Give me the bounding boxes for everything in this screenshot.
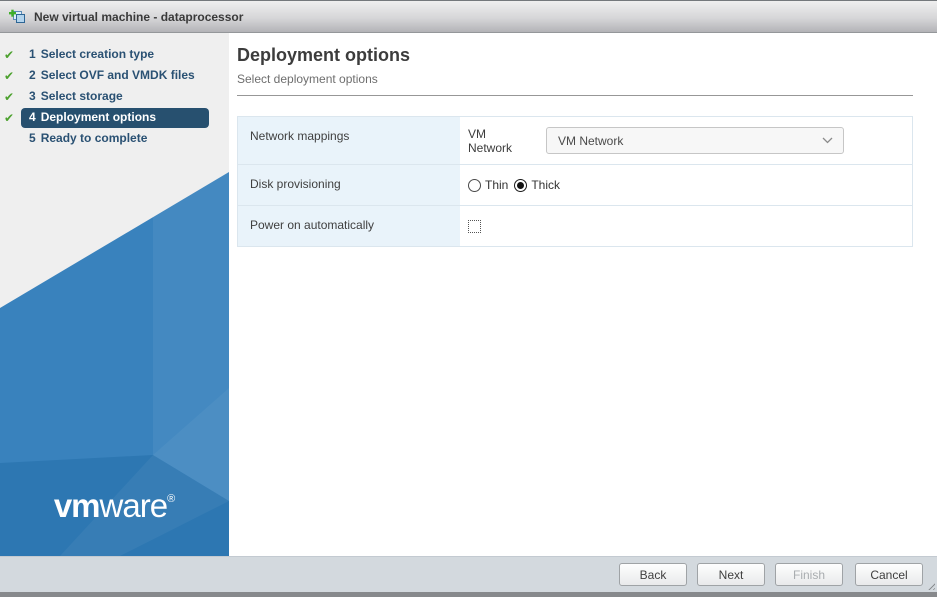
wizard-steps: 1 Select creation type 2 Select OVF and … xyxy=(0,33,229,149)
page-title: Deployment options xyxy=(237,45,411,65)
radio-unselected-icon xyxy=(468,178,481,192)
step-select-ovf-vmdk-files[interactable]: 2 Select OVF and VMDK files xyxy=(0,65,229,86)
step-deployment-options[interactable]: 4 Deployment options xyxy=(0,107,229,128)
vmware-logo: vmware® xyxy=(53,487,176,524)
next-button[interactable]: Next xyxy=(697,563,765,586)
step-number: 2 xyxy=(29,67,36,82)
network-field-label: VM Network xyxy=(468,126,513,155)
step-label: Select OVF and VMDK files xyxy=(40,67,195,82)
disk-provisioning-radio-group: Thin Thick xyxy=(468,178,566,192)
step-number: 3 xyxy=(29,88,36,103)
radio-selected-icon xyxy=(514,178,528,192)
footer-bar: Back Next Finish Cancel xyxy=(0,556,937,592)
wizard-content: Deployment options Select deployment opt… xyxy=(229,33,937,556)
network-mapping-select[interactable]: VM Network xyxy=(546,127,844,154)
radio-thin[interactable]: Thin xyxy=(468,178,508,192)
row-label: Disk provisioning xyxy=(238,165,460,205)
chevron-down-icon xyxy=(822,137,833,144)
trademark-symbol: ® xyxy=(167,493,176,505)
checkmark-icon xyxy=(4,46,14,63)
radio-thick[interactable]: Thick xyxy=(514,178,560,192)
selected-network: VM Network xyxy=(558,133,624,148)
radio-label: Thin xyxy=(485,178,509,192)
step-number: 4 xyxy=(29,109,36,124)
footer: Back Next Finish Cancel xyxy=(0,556,937,597)
step-label: Select storage xyxy=(40,88,123,103)
row-label: Network mappings xyxy=(238,117,460,164)
back-button[interactable]: Back xyxy=(619,563,687,586)
titlebar: New virtual machine - dataprocessor xyxy=(0,0,937,33)
step-ready-to-complete[interactable]: 5 Ready to complete xyxy=(0,128,229,149)
step-select-storage[interactable]: 3 Select storage xyxy=(0,86,229,107)
resize-handle[interactable] xyxy=(926,581,935,590)
finish-button: Finish xyxy=(775,563,843,586)
step-select-creation-type[interactable]: 1 Select creation type xyxy=(0,44,229,65)
header-divider xyxy=(237,95,913,96)
power-on-checkbox[interactable] xyxy=(468,219,481,233)
checkmark-icon xyxy=(4,67,14,84)
step-number: 1 xyxy=(29,46,36,61)
step-number: 5 xyxy=(29,130,36,145)
page-subtitle: Select deployment options xyxy=(237,72,378,86)
step-label: Select creation type xyxy=(40,46,155,61)
step-label: Ready to complete xyxy=(40,130,148,145)
deployment-options-table: Network mappings VM Network VM Network D… xyxy=(237,116,913,247)
step-label: Deployment options xyxy=(40,109,157,124)
row-label: Power on automatically xyxy=(238,206,460,246)
radio-label: Thick xyxy=(531,178,561,192)
checkmark-icon xyxy=(4,88,14,105)
network-mappings-row: Network mappings VM Network VM Network xyxy=(238,117,912,165)
power-on-row: Power on automatically xyxy=(238,206,912,246)
checkmark-icon xyxy=(4,109,14,126)
window-title: New virtual machine - dataprocessor xyxy=(34,9,244,24)
disk-provisioning-row: Disk provisioning Thin Thick xyxy=(238,165,912,206)
cancel-button[interactable]: Cancel xyxy=(855,563,923,586)
new-vm-icon xyxy=(8,9,27,25)
wizard-sidebar: 1 Select creation type 2 Select OVF and … xyxy=(0,33,229,556)
wizard-body: 1 Select creation type 2 Select OVF and … xyxy=(0,33,937,556)
